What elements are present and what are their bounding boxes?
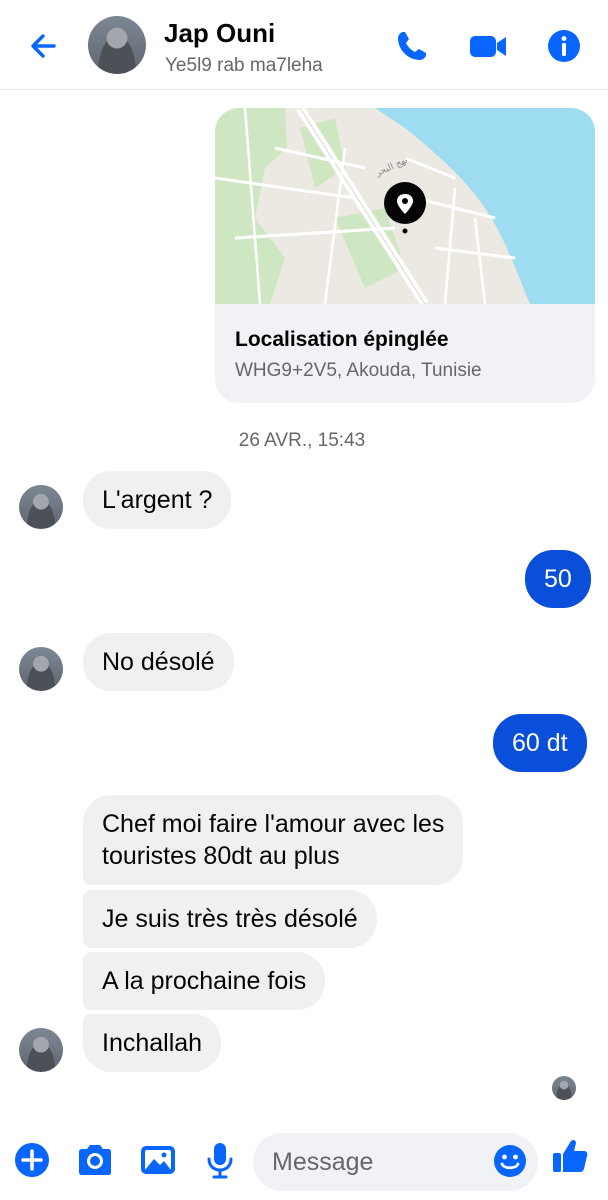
- incoming-message-bubble[interactable]: Inchallah: [83, 1014, 222, 1072]
- info-icon[interactable]: [544, 26, 584, 66]
- phone-call-icon[interactable]: [392, 26, 432, 66]
- read-receipt-avatar: [552, 1076, 576, 1100]
- gallery-icon[interactable]: [138, 1140, 178, 1180]
- incoming-message-bubble[interactable]: Chef moi faire l'amour avec les touriste…: [83, 795, 464, 885]
- message-composer: [0, 1125, 608, 1200]
- sender-avatar[interactable]: [19, 1028, 63, 1072]
- sender-avatar[interactable]: [19, 647, 63, 691]
- microphone-icon[interactable]: [200, 1140, 240, 1180]
- plus-icon[interactable]: [12, 1140, 52, 1180]
- incoming-message-bubble[interactable]: A la prochaine fois: [83, 952, 326, 1010]
- outgoing-message-bubble[interactable]: 50: [525, 550, 591, 608]
- thumbs-up-icon[interactable]: [550, 1136, 590, 1176]
- sender-avatar[interactable]: [19, 485, 63, 529]
- message-text-line: Chef moi faire l'amour avec les: [102, 810, 445, 838]
- outgoing-message-bubble[interactable]: 60 dt: [493, 714, 587, 772]
- pinned-location-card[interactable]: نهج البحر Localisation épinglée WHG9+2V5…: [215, 108, 595, 403]
- conversation-header: Jap Ouni Ye5l9 rab ma7leha: [0, 0, 608, 90]
- video-call-icon[interactable]: [468, 26, 508, 66]
- location-address: WHG9+2V5, Akouda, Tunisie: [235, 360, 482, 381]
- contact-status: Ye5l9 rab ma7leha: [165, 55, 323, 76]
- back-arrow-icon[interactable]: [24, 26, 64, 66]
- message-text-line: touristes 80dt au plus: [102, 842, 340, 870]
- location-title: Localisation épinglée: [235, 328, 449, 351]
- incoming-message-bubble[interactable]: No désolé: [83, 633, 234, 691]
- contact-avatar[interactable]: [88, 16, 146, 74]
- camera-icon[interactable]: [75, 1140, 115, 1180]
- message-timestamp: 26 AVR., 15:43: [238, 430, 366, 451]
- incoming-message-bubble[interactable]: Je suis très très désolé: [83, 890, 377, 948]
- emoji-icon[interactable]: [490, 1141, 530, 1181]
- map-preview[interactable]: نهج البحر: [215, 108, 595, 304]
- contact-name[interactable]: Jap Ouni: [164, 18, 275, 49]
- incoming-message-bubble[interactable]: L'argent ?: [83, 471, 232, 529]
